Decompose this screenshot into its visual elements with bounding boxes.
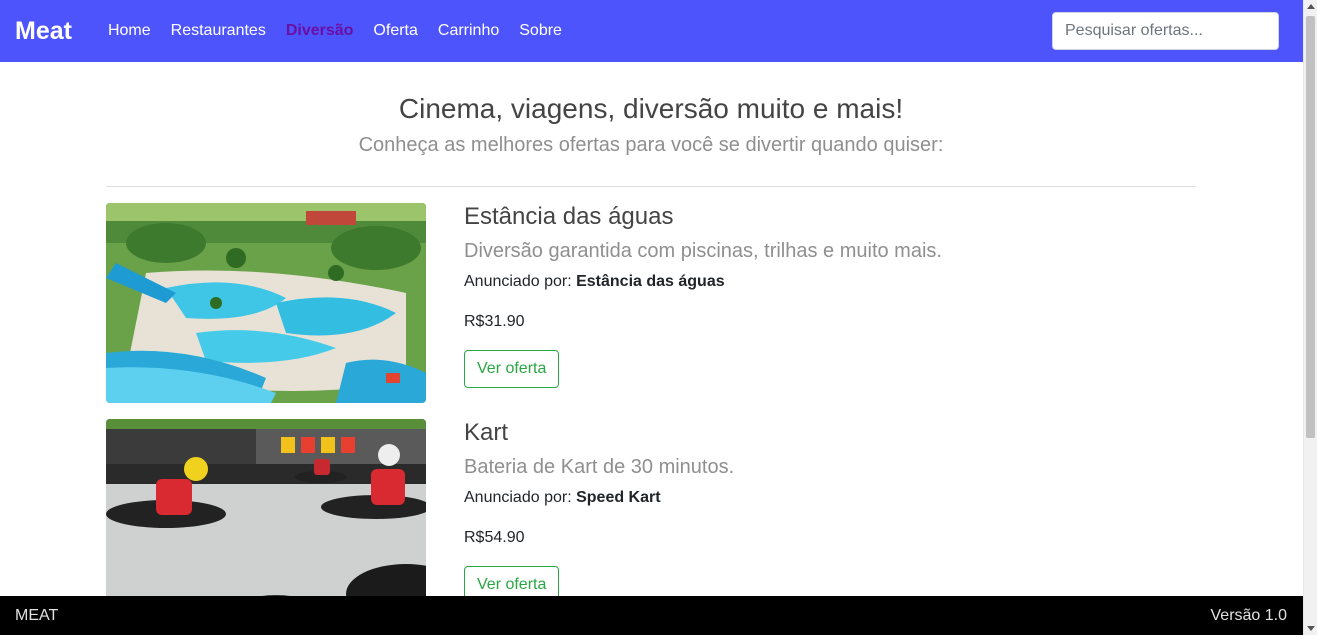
scrollbar[interactable] bbox=[1303, 0, 1317, 635]
offer-title[interactable]: Kart bbox=[464, 419, 734, 447]
nav-link-oferta[interactable]: Oferta bbox=[373, 22, 417, 40]
page-header: Cinema, viagens, diversão muito e mais! … bbox=[106, 62, 1196, 187]
nav-link-diversao[interactable]: Diversão bbox=[286, 22, 354, 40]
advertiser-name: Estância das águas bbox=[576, 273, 725, 290]
offer-title[interactable]: Estância das águas bbox=[464, 203, 942, 231]
footer-version: Versão 1.0 bbox=[1210, 606, 1288, 624]
view-offer-button[interactable]: Ver oferta bbox=[464, 350, 560, 388]
offer-info: Estância das águas Diversão garantida co… bbox=[464, 203, 942, 388]
nav-link-restaurantes[interactable]: Restaurantes bbox=[171, 22, 266, 40]
offer-info: Kart Bateria de Kart de 30 minutos. Anun… bbox=[464, 419, 734, 604]
scrollbar-thumb[interactable] bbox=[1306, 16, 1315, 438]
offer-price: R$31.90 bbox=[464, 313, 525, 330]
navbar: Meat Home Restaurantes Diversão Oferta C… bbox=[0, 0, 1303, 62]
search-input[interactable] bbox=[1052, 12, 1279, 50]
advertiser-label: Anunciado por: bbox=[464, 273, 572, 290]
offer-image-kart[interactable] bbox=[106, 419, 426, 619]
advertiser-label: Anunciado por: bbox=[464, 489, 572, 506]
offer-advertiser: Anunciado por: Speed Kart bbox=[464, 489, 734, 507]
offer-price: R$54.90 bbox=[464, 529, 525, 546]
brand-logo[interactable]: Meat bbox=[15, 17, 72, 46]
advertiser-name: Speed Kart bbox=[576, 489, 661, 506]
nav-link-sobre[interactable]: Sobre bbox=[519, 22, 562, 40]
nav-link-home[interactable]: Home bbox=[108, 22, 151, 40]
main-content: Cinema, viagens, diversão muito e mais! … bbox=[106, 62, 1196, 619]
offer-image-water-park[interactable] bbox=[106, 203, 426, 403]
nav-links: Home Restaurantes Diversão Oferta Carrin… bbox=[108, 22, 582, 40]
offer-item: Kart Bateria de Kart de 30 minutos. Anun… bbox=[106, 403, 1196, 619]
page-subtitle: Conheça as melhores ofertas para você se… bbox=[358, 134, 944, 156]
page-title: Cinema, viagens, diversão muito e mais! bbox=[398, 93, 904, 124]
scroll-up-icon[interactable] bbox=[1307, 4, 1315, 9]
offer-advertiser: Anunciado por: Estância das águas bbox=[464, 273, 942, 291]
nav-link-carrinho[interactable]: Carrinho bbox=[438, 22, 499, 40]
offer-description: Bateria de Kart de 30 minutos. bbox=[464, 456, 735, 478]
footer-brand: MEAT bbox=[15, 606, 59, 624]
offer-item: Estância das águas Diversão garantida co… bbox=[106, 187, 1196, 403]
scroll-down-icon[interactable] bbox=[1307, 626, 1315, 631]
footer: MEAT Versão 1.0 bbox=[0, 596, 1303, 635]
offer-description: Diversão garantida com piscinas, trilhas… bbox=[464, 240, 942, 262]
